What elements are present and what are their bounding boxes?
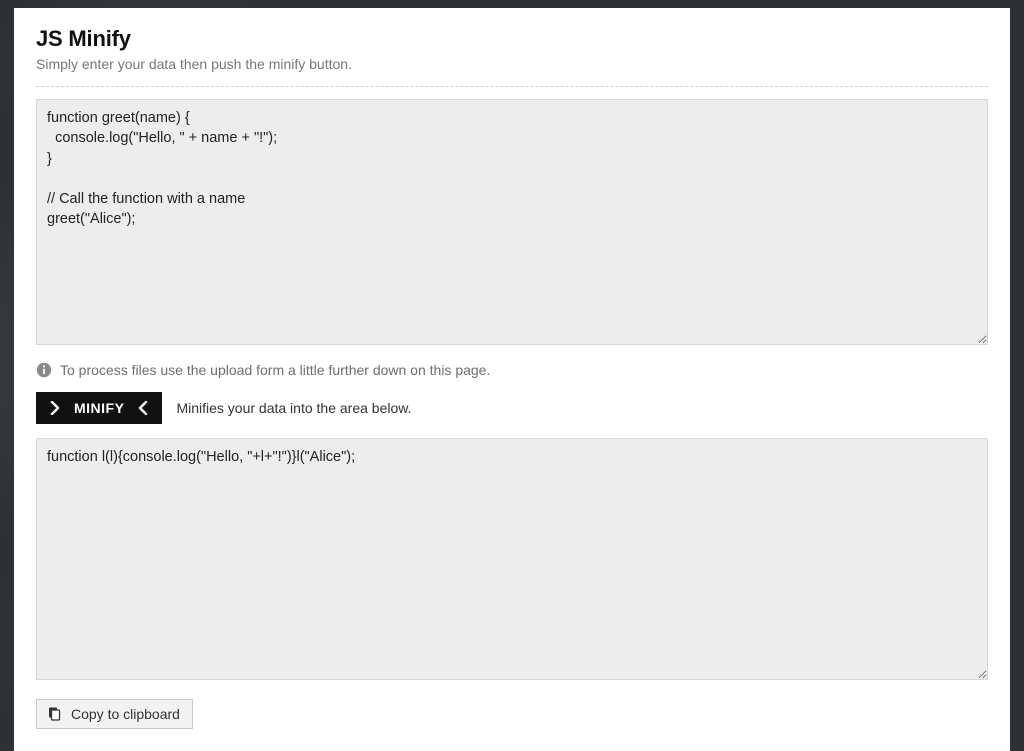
clipboard-icon [47, 707, 61, 721]
page-subtitle: Simply enter your data then push the min… [36, 56, 988, 72]
page-title: JS Minify [36, 26, 988, 52]
divider [36, 86, 988, 87]
main-panel: JS Minify Simply enter your data then pu… [14, 8, 1010, 751]
chevron-right-icon [50, 401, 60, 415]
upload-hint-text: To process files use the upload form a l… [60, 362, 490, 378]
info-icon [36, 362, 52, 378]
minify-button-label: MINIFY [74, 400, 124, 416]
output-textarea[interactable] [36, 438, 988, 680]
upload-hint: To process files use the upload form a l… [36, 362, 988, 378]
action-description: Minifies your data into the area below. [176, 400, 411, 416]
source-input[interactable] [36, 99, 988, 345]
action-row: MINIFY Minifies your data into the area … [36, 392, 988, 424]
chevron-left-icon [138, 401, 148, 415]
copy-button-label: Copy to clipboard [71, 706, 180, 722]
copy-to-clipboard-button[interactable]: Copy to clipboard [36, 699, 193, 729]
copy-row: Copy to clipboard [36, 699, 988, 729]
minify-button[interactable]: MINIFY [36, 392, 162, 424]
